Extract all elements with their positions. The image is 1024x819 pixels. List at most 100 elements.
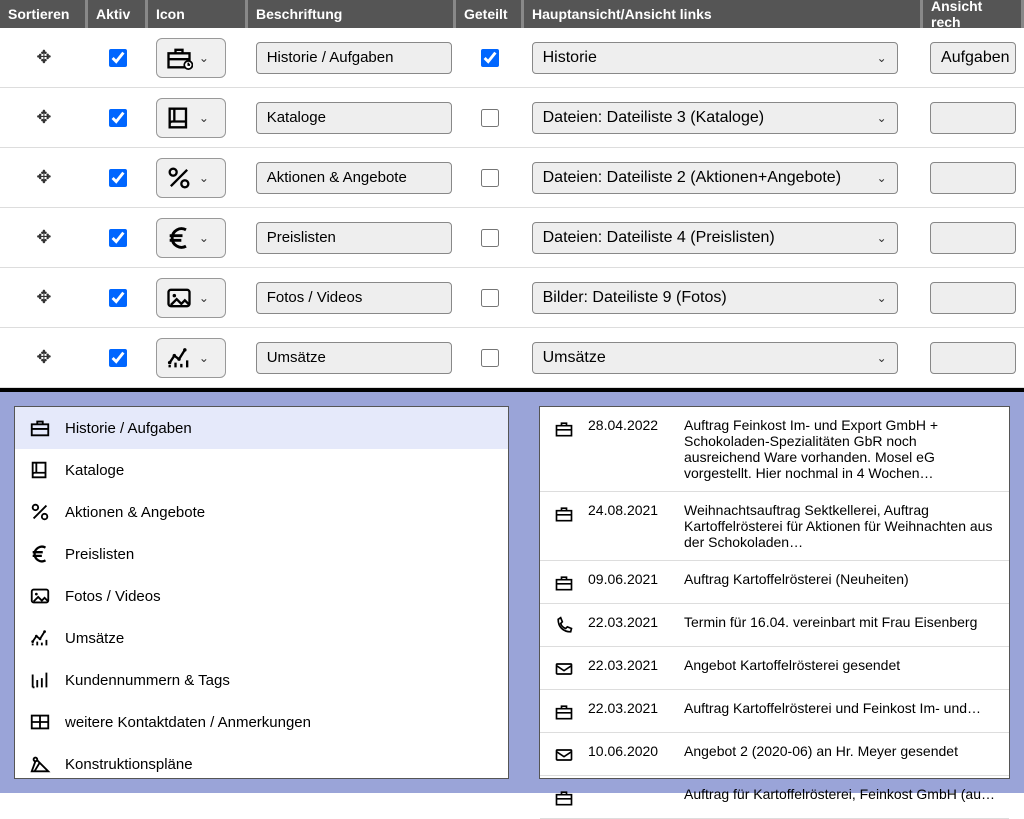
geteilt-checkbox[interactable]: [481, 289, 499, 307]
hauptansicht-select[interactable]: Dateien: Dateiliste 3 (Kataloge)⌄: [532, 102, 898, 134]
phone-icon: [554, 616, 574, 636]
euro-icon: [165, 224, 193, 252]
history-row[interactable]: 22.03.2021Termin für 16.04. vereinbart m…: [540, 604, 1009, 647]
icon-select-button[interactable]: ⌄: [156, 338, 226, 378]
hauptansicht-select[interactable]: Umsätze⌄: [532, 342, 898, 374]
config-row: ✥ ⌄ Dateien: Dateiliste 4 (Preislisten)⌄: [0, 208, 1024, 268]
chevron-down-icon: ⌄: [877, 231, 887, 245]
nav-item[interactable]: weitere Kontaktdaten / Anmerkungen: [15, 701, 508, 743]
hauptansicht-select[interactable]: Dateien: Dateiliste 2 (Aktionen+Angebote…: [532, 162, 898, 194]
history-row[interactable]: 09.06.2021Auftrag Kartoffelrösterei (Neu…: [540, 561, 1009, 604]
history-row[interactable]: Auftrag für Kartoffelrösterei, Feinkost …: [540, 776, 1009, 819]
history-date: 10.06.2020: [588, 743, 670, 759]
config-row: ✥ ⌄ Bilder: Dateiliste 9 (Fotos)⌄: [0, 268, 1024, 328]
label-input[interactable]: [256, 342, 452, 374]
ansicht-rechts-select[interactable]: Aufgaben: [930, 42, 1016, 74]
chevron-down-icon: ⌄: [877, 171, 887, 185]
geteilt-checkbox[interactable]: [481, 169, 499, 187]
icon-select-button[interactable]: ⌄: [156, 158, 226, 198]
drag-handle-icon[interactable]: ✥: [36, 47, 51, 68]
header-aktiv: Aktiv: [88, 0, 148, 28]
nav-item[interactable]: Konstruktionspläne: [15, 743, 508, 785]
chart-icon: [165, 344, 193, 372]
nav-item-label: Fotos / Videos: [65, 588, 161, 605]
nav-item[interactable]: Kataloge: [15, 449, 508, 491]
history-row[interactable]: 22.03.2021Auftrag Kartoffelrösterei und …: [540, 690, 1009, 733]
geteilt-checkbox[interactable]: [481, 49, 499, 67]
aktiv-checkbox[interactable]: [109, 229, 127, 247]
euro-icon: [29, 543, 51, 565]
book-icon: [29, 459, 51, 481]
hauptansicht-select[interactable]: Dateien: Dateiliste 4 (Preislisten)⌄: [532, 222, 898, 254]
icon-select-button[interactable]: ⌄: [156, 98, 226, 138]
history-panel: 28.04.2022Auftrag Feinkost Im- und Expor…: [539, 406, 1010, 779]
ansicht-rechts-select[interactable]: [930, 282, 1016, 314]
envelope-icon: [554, 659, 574, 679]
aktiv-checkbox[interactable]: [109, 169, 127, 187]
history-text: Termin für 16.04. vereinbart mit Frau Ei…: [684, 614, 995, 630]
ansicht-rechts-select[interactable]: [930, 102, 1016, 134]
chevron-down-icon: ⌄: [199, 51, 209, 65]
geteilt-checkbox[interactable]: [481, 229, 499, 247]
hauptansicht-select[interactable]: Bilder: Dateiliste 9 (Fotos)⌄: [532, 282, 898, 314]
history-row[interactable]: 22.03.2021Angebot Kartoffelrösterei gese…: [540, 647, 1009, 690]
config-row: ✥ ⌄ Dateien: Dateiliste 2 (Aktionen+Ange…: [0, 148, 1024, 208]
icon-select-button[interactable]: ⌄: [156, 218, 226, 258]
geteilt-checkbox[interactable]: [481, 349, 499, 367]
briefcase-icon: [554, 573, 574, 593]
nav-item[interactable]: Fotos / Videos: [15, 575, 508, 617]
ansicht-rechts-select[interactable]: [930, 222, 1016, 254]
book-icon: [165, 104, 193, 132]
drag-handle-icon[interactable]: ✥: [36, 107, 51, 128]
ansicht-rechts-select[interactable]: [930, 162, 1016, 194]
history-row[interactable]: 10.06.2020 Angebot 2 (2020-06) an Hr. Mey…: [540, 733, 1009, 776]
nav-item-label: Historie / Aufgaben: [65, 420, 192, 437]
bars-icon: [29, 669, 51, 691]
chevron-down-icon: ⌄: [877, 51, 887, 65]
drag-handle-icon[interactable]: ✥: [36, 347, 51, 368]
nav-item[interactable]: Kundennummern & Tags: [15, 659, 508, 701]
history-text: Angebot 2 (2020-06) an Hr. Meyer gesende…: [684, 743, 995, 759]
label-input[interactable]: [256, 222, 452, 254]
chevron-down-icon: ⌄: [199, 111, 209, 125]
drag-handle-icon[interactable]: ✥: [36, 167, 51, 188]
icon-select-button[interactable]: ⌄: [156, 38, 226, 78]
history-date: 22.03.2021: [588, 700, 670, 716]
header-hauptansicht: Hauptansicht/Ansicht links: [524, 0, 923, 28]
drag-handle-icon[interactable]: ✥: [36, 227, 51, 248]
label-input[interactable]: [256, 42, 452, 74]
config-row: ✥ ⌄ Dateien: Dateiliste 3 (Kataloge)⌄: [0, 88, 1024, 148]
label-input[interactable]: [256, 282, 452, 314]
grid-icon: [29, 711, 51, 733]
label-input[interactable]: [256, 162, 452, 194]
nav-item-label: Kataloge: [65, 462, 124, 479]
chevron-down-icon: ⌄: [877, 291, 887, 305]
history-row[interactable]: 28.04.2022Auftrag Feinkost Im- und Expor…: [540, 407, 1009, 492]
chevron-down-icon: ⌄: [877, 351, 887, 365]
nav-item[interactable]: Preislisten: [15, 533, 508, 575]
label-input[interactable]: [256, 102, 452, 134]
history-text: Auftrag Kartoffelrösterei (Neuheiten): [684, 571, 995, 587]
aktiv-checkbox[interactable]: [109, 49, 127, 67]
image-icon: [165, 284, 193, 312]
nav-item[interactable]: Aktionen & Angebote: [15, 491, 508, 533]
nav-item-label: Kundennummern & Tags: [65, 672, 230, 689]
nav-item[interactable]: Umsätze: [15, 617, 508, 659]
aktiv-checkbox[interactable]: [109, 289, 127, 307]
ansicht-rechts-select[interactable]: [930, 342, 1016, 374]
nav-item-label: Konstruktionspläne: [65, 756, 193, 773]
history-row[interactable]: 24.08.2021 Weihnachtsauftrag Sektkellerei…: [540, 492, 1009, 561]
history-date: 22.03.2021: [588, 657, 670, 673]
table-header: Sortieren Aktiv Icon Beschriftung Geteil…: [0, 0, 1024, 28]
drag-handle-icon[interactable]: ✥: [36, 287, 51, 308]
history-date: 24.08.2021: [588, 502, 670, 518]
percent-icon: [165, 164, 193, 192]
chevron-down-icon: ⌄: [199, 231, 209, 245]
aktiv-checkbox[interactable]: [109, 109, 127, 127]
hauptansicht-select[interactable]: Historie⌄: [532, 42, 898, 74]
aktiv-checkbox[interactable]: [109, 349, 127, 367]
icon-select-button[interactable]: ⌄: [156, 278, 226, 318]
history-text: Weihnachtsauftrag Sektkellerei, Auftrag …: [684, 502, 995, 550]
geteilt-checkbox[interactable]: [481, 109, 499, 127]
nav-item[interactable]: Historie / Aufgaben: [15, 407, 508, 449]
